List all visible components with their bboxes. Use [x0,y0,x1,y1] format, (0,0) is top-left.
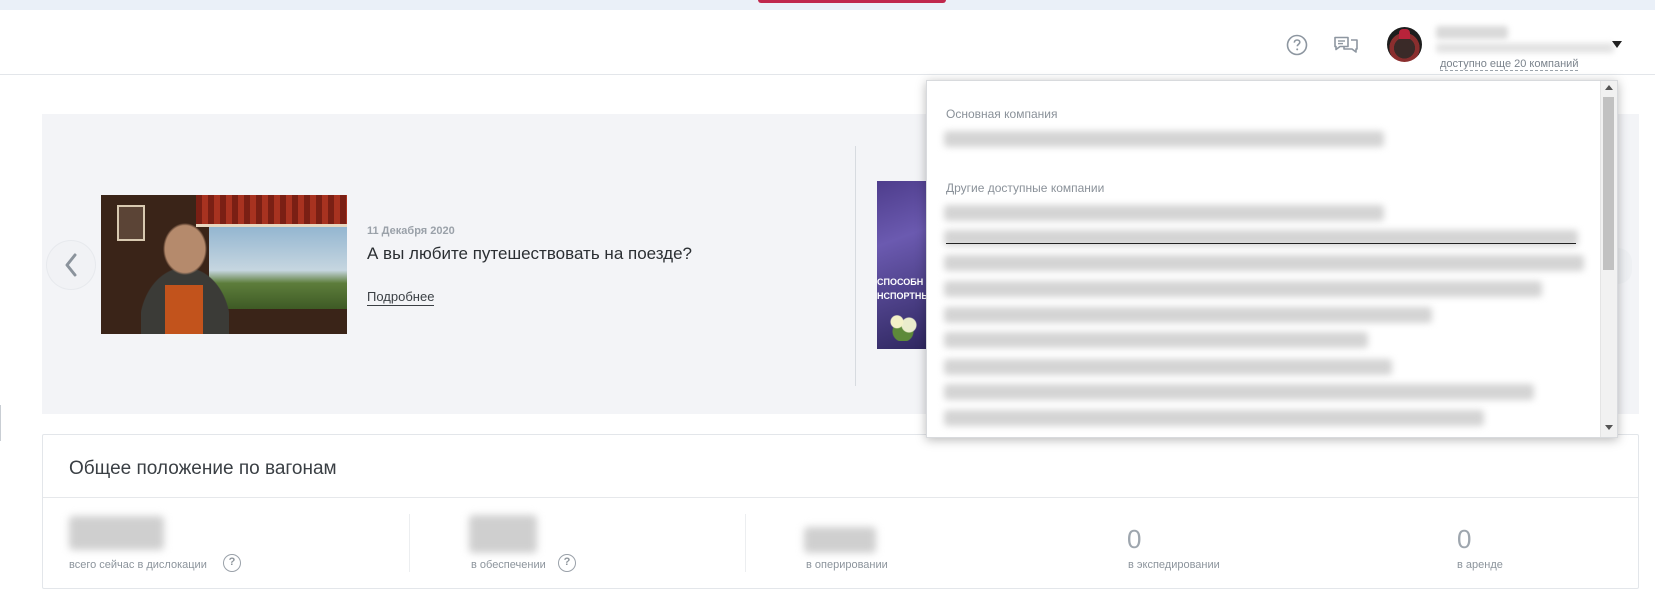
main-company-label: Основная компания [946,107,1058,121]
other-companies-label: Другие доступные компании [946,181,1105,195]
news-image-2-text: СПОСОБН [877,277,924,287]
stat-value-redacted [69,516,164,550]
stat-label: в аренде [1457,559,1503,571]
slide-divider [855,146,856,386]
chevron-down-icon[interactable] [1612,41,1622,48]
chat-bubbles-icon[interactable] [1333,34,1359,56]
company-item[interactable] [944,332,1368,348]
news-image-2-text: НСПОРТНЫ [877,291,929,301]
company-item[interactable] [944,307,1432,323]
top-accent-bar [758,0,946,3]
stat-separator [745,514,746,572]
company-item[interactable] [944,205,1384,221]
stat-label: в экспедировании [1128,559,1220,571]
news-image-2[interactable]: СПОСОБН НСПОРТНЫ [877,181,929,349]
news-date: 11 Декабря 2020 [367,225,455,237]
user-company-redacted[interactable] [1436,43,1614,53]
carousel-prev-button[interactable] [47,241,95,289]
stat-value: 0 [1127,524,1142,554]
left-edge-marker [0,405,1,441]
chevron-left-icon [63,252,79,285]
underline [946,243,1576,244]
stat-value-redacted [469,515,537,553]
train-window-view [209,223,347,309]
stats-divider [43,497,1638,498]
stat-value: 0 [1457,524,1472,554]
scrollbar-thumb[interactable] [1603,97,1614,270]
companies-available-link[interactable]: доступно еще 20 компаний [1440,58,1579,71]
stats-title: Общее положение по вагонам [69,458,337,479]
question-circle-icon[interactable]: ? [223,554,241,572]
company-item[interactable] [944,255,1584,271]
scroll-up-arrow-icon[interactable] [1605,85,1613,90]
company-item[interactable] [944,384,1534,400]
main-company-item[interactable] [944,131,1384,147]
stat-label: в оперировании [806,559,888,571]
person-shirt [165,285,203,334]
news-more-link[interactable]: Подробнее [367,289,435,306]
avatar[interactable] [1387,27,1422,62]
stat-separator [409,514,410,572]
question-circle-icon[interactable] [1286,34,1308,56]
company-item[interactable] [944,410,1484,426]
stat-value-redacted [804,527,876,553]
scroll-down-arrow-icon[interactable] [1605,425,1613,430]
stat-label: в обеспечении [471,559,546,571]
question-circle-icon[interactable]: ? [558,554,576,572]
user-name-redacted[interactable] [1436,26,1508,39]
flowers [885,309,925,341]
news-image[interactable] [101,195,347,334]
company-item[interactable] [944,281,1542,297]
stat-label: всего сейчас в дислокации [69,559,207,571]
company-item[interactable] [944,359,1392,375]
top-strip [0,0,1655,10]
news-title[interactable]: А вы любите путешествовать на поезде? [367,244,692,264]
